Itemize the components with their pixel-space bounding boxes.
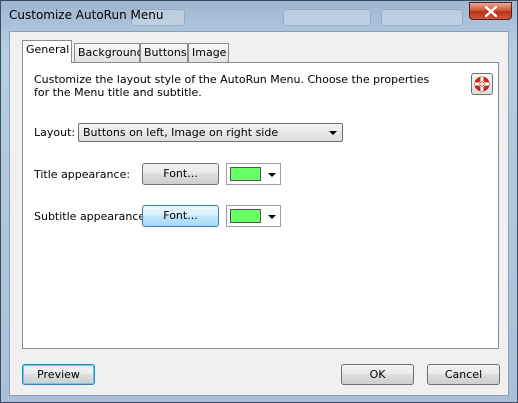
subtitle-font-button[interactable]: Font... xyxy=(142,205,219,227)
title-color-picker[interactable] xyxy=(226,163,281,185)
layout-label: Layout: xyxy=(34,126,76,139)
preview-button[interactable]: Preview xyxy=(22,364,95,385)
background-ghost xyxy=(283,9,371,26)
subtitle-color-swatch xyxy=(230,209,261,223)
tab-general[interactable]: General xyxy=(22,40,72,63)
close-button[interactable] xyxy=(469,2,512,20)
window-title: Customize AutoRun Menu xyxy=(9,8,164,22)
title-font-button[interactable]: Font... xyxy=(142,163,219,185)
ok-button[interactable]: OK xyxy=(341,364,414,385)
chevron-down-icon xyxy=(268,215,276,219)
cancel-button[interactable]: Cancel xyxy=(427,364,500,385)
tab-image[interactable]: Image xyxy=(188,43,229,62)
help-button[interactable] xyxy=(471,73,493,95)
dialog-window: Customize AutoRun Menu General Backgroun… xyxy=(0,0,518,403)
general-tab-panel: Customize the layout style of the AutoRu… xyxy=(22,62,499,349)
tab-label: General xyxy=(26,43,70,56)
chevron-down-icon xyxy=(329,131,337,135)
title-bar[interactable]: Customize AutoRun Menu xyxy=(1,1,517,29)
tab-label: Buttons xyxy=(144,46,187,59)
title-color-swatch xyxy=(230,167,261,181)
close-icon xyxy=(485,6,497,17)
layout-dropdown[interactable]: Buttons on left, Image on right side xyxy=(78,123,343,142)
tab-buttons[interactable]: Buttons xyxy=(140,43,188,62)
chevron-down-icon xyxy=(268,173,276,177)
subtitle-color-picker[interactable] xyxy=(226,205,281,227)
lifebuoy-icon xyxy=(474,76,490,92)
subtitle-appearance-label: Subtitle appearance: xyxy=(34,210,149,223)
layout-selected-value: Buttons on left, Image on right side xyxy=(83,126,279,139)
tab-label: Background xyxy=(78,46,144,59)
description-text: Customize the layout style of the AutoRu… xyxy=(34,73,430,99)
dialog-client-area: General Background Buttons Image Customi… xyxy=(9,31,509,396)
tab-background[interactable]: Background xyxy=(74,43,144,62)
tab-label: Image xyxy=(192,46,227,59)
background-ghost xyxy=(381,9,463,26)
title-appearance-label: Title appearance: xyxy=(34,168,131,181)
